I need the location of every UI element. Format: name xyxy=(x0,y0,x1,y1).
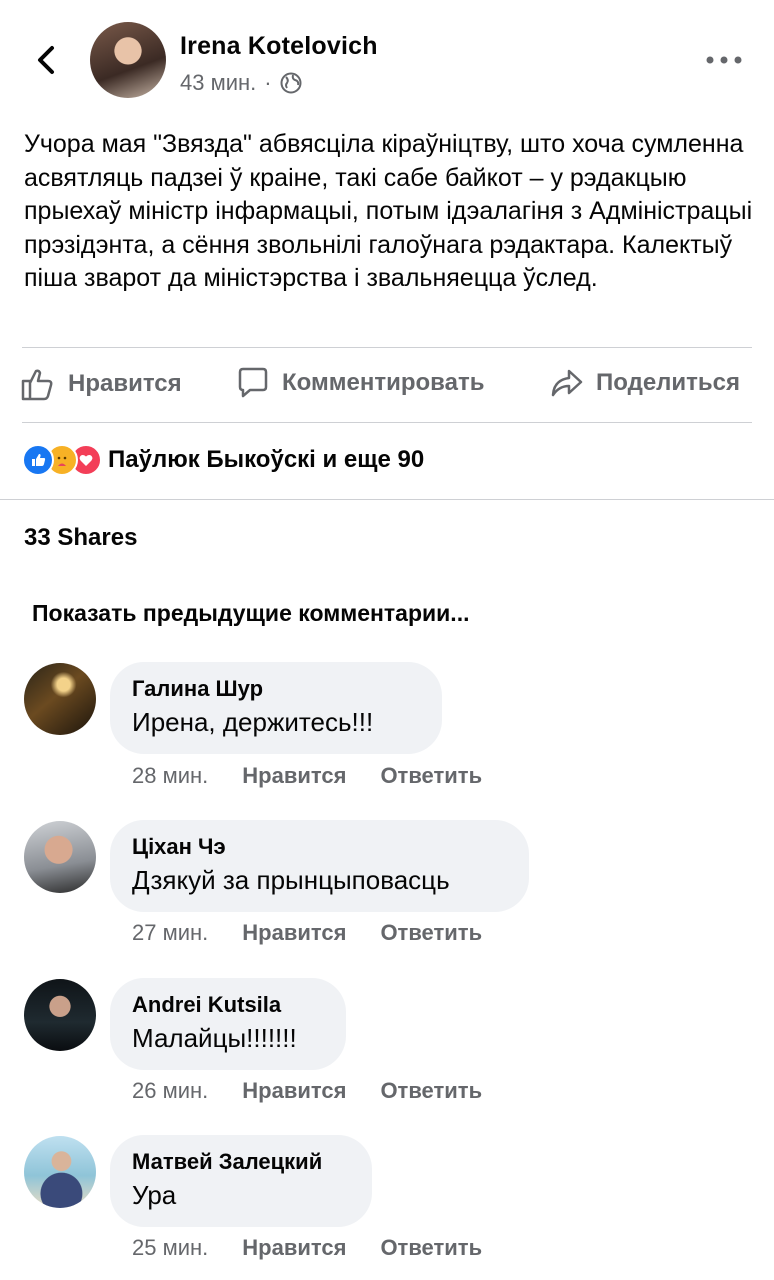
like-button[interactable]: Нравится xyxy=(20,366,182,402)
commenter-avatar[interactable] xyxy=(24,1136,96,1208)
comment-meta: 26 мин. Нравится Ответить xyxy=(132,1078,482,1104)
post-action-bar: Нравится Комментировать Поделиться xyxy=(0,350,774,422)
divider xyxy=(22,347,752,348)
post-meta: 43 мин. · xyxy=(180,70,302,96)
speech-bubble-icon xyxy=(238,367,268,398)
show-previous-comments-link[interactable]: Показать предыдущие комментарии... xyxy=(32,600,469,627)
comment-label: Комментировать xyxy=(282,369,485,396)
reactions-summary[interactable]: Паўлюк Быкоўскі и еще 90 xyxy=(22,444,424,476)
share-arrow-icon xyxy=(551,369,583,397)
comment-like-button[interactable]: Нравится xyxy=(242,1235,346,1261)
comment-reply-button[interactable]: Ответить xyxy=(380,1235,482,1261)
comment-time[interactable]: 25 мин. xyxy=(132,1235,208,1261)
author-name[interactable]: Irena Kotelovich xyxy=(180,32,378,61)
comment-time[interactable]: 27 мин. xyxy=(132,920,208,946)
commenter-name[interactable]: Ціхан Чэ xyxy=(132,832,507,862)
post-text: Учора мая "Звязда" абвясціла кіраўніцтву… xyxy=(24,130,753,293)
comment-bubble[interactable]: Andrei Kutsila Малайцы!!!!!!! xyxy=(110,978,346,1070)
comment-time[interactable]: 26 мин. xyxy=(132,1078,208,1104)
like-icon xyxy=(22,444,54,476)
comment-like-button[interactable]: Нравится xyxy=(242,920,346,946)
comment-bubble[interactable]: Матвей Залецкий Ура xyxy=(110,1135,372,1227)
comment-text: Ирена, держитесь!!! xyxy=(132,707,374,737)
author-avatar[interactable] xyxy=(90,22,166,98)
comment-text: Малайцы!!!!!!! xyxy=(132,1023,297,1053)
thumbs-up-icon xyxy=(21,369,53,401)
commenter-avatar[interactable] xyxy=(24,821,96,893)
shares-count[interactable]: 33 Shares xyxy=(24,524,137,552)
comment-meta: 25 мин. Нравится Ответить xyxy=(132,1235,482,1261)
commenter-name[interactable]: Галина Шур xyxy=(132,674,420,704)
comment-reply-button[interactable]: Ответить xyxy=(380,1078,482,1104)
comment-time[interactable]: 28 мин. xyxy=(132,763,208,789)
more-options-icon[interactable] xyxy=(704,50,744,70)
share-button[interactable]: Поделиться xyxy=(550,366,740,400)
comment-reply-button[interactable]: Ответить xyxy=(380,920,482,946)
comment-text: Дзякуй за прынцыповасць xyxy=(132,865,450,895)
commenter-avatar[interactable] xyxy=(24,663,96,735)
post-time[interactable]: 43 мин. xyxy=(180,70,256,96)
comment-text: Ура xyxy=(132,1180,177,1210)
divider xyxy=(22,422,752,423)
commenter-avatar[interactable] xyxy=(24,979,96,1051)
comment-button[interactable]: Комментировать xyxy=(236,366,484,400)
comment-like-button[interactable]: Нравится xyxy=(242,1078,346,1104)
reactions-text: Паўлюк Быкоўскі и еще 90 xyxy=(108,446,425,473)
back-arrow-icon[interactable] xyxy=(28,40,68,80)
globe-icon xyxy=(280,72,302,94)
commenter-name[interactable]: Andrei Kutsila xyxy=(132,990,324,1020)
comment-like-button[interactable]: Нравится xyxy=(242,763,346,789)
share-label: Поделиться xyxy=(596,369,741,396)
post-header: Irena Kotelovich 43 мин. · xyxy=(0,0,774,120)
meta-separator: · xyxy=(264,70,272,95)
comment-meta: 27 мин. Нравится Ответить xyxy=(132,920,482,946)
comment-meta: 28 мин. Нравится Ответить xyxy=(132,763,482,789)
comment-bubble[interactable]: Ціхан Чэ Дзякуй за прынцыповасць xyxy=(110,820,529,912)
like-label: Нравится xyxy=(68,370,182,397)
comment-reply-button[interactable]: Ответить xyxy=(380,763,482,789)
commenter-name[interactable]: Матвей Залецкий xyxy=(132,1147,350,1177)
divider xyxy=(0,499,774,500)
comment-bubble[interactable]: Галина Шур Ирена, держитесь!!! xyxy=(110,662,442,754)
